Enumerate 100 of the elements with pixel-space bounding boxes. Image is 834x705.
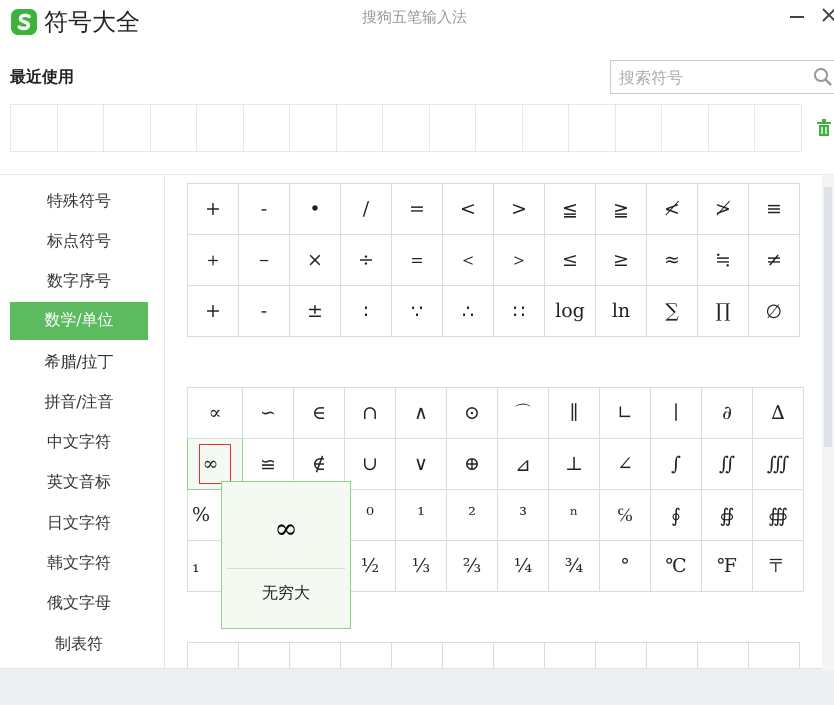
symbol-cell[interactable]: ∥ [570,402,578,424]
symbol-cell[interactable]: ≯ [715,198,731,220]
symbol-cell[interactable]: ∏ [715,300,731,322]
symbol-cell[interactable]: 〒 [768,553,788,579]
symbol-cell[interactable]: ln [612,300,630,322]
symbol-cell[interactable]: ≡ [766,198,782,220]
symbol-cell[interactable]: ∩ [362,402,378,424]
trash-icon[interactable] [816,119,830,137]
symbol-cell[interactable]: < [460,198,476,220]
symbol-cell[interactable]: ÷ [358,249,374,271]
logo-icon [10,8,38,36]
section-label: 最近使用 [10,66,74,88]
symbol-cell[interactable]: ＋ [204,247,222,273]
tooltip-label: 无穷大 [262,583,310,604]
symbol-cell[interactable]: ≒ [715,249,731,271]
symbol-cell[interactable]: ∪ [362,453,378,475]
symbol-cell[interactable]: ∟ [617,402,633,424]
symbol-cell[interactable]: ∠ [617,453,633,475]
symbol-cell[interactable]: ∮ [671,504,681,526]
symbol-cell[interactable]: ⌒ [514,400,532,426]
symbol-cell[interactable]: ∈ [312,402,326,424]
scrollbar[interactable] [822,175,834,671]
symbol-cell[interactable]: ＞ [510,247,528,273]
symbol-cell[interactable]: > [511,198,527,220]
close-icon[interactable] [822,8,834,22]
symbol-cell[interactable]: ≥ [613,249,629,271]
category-item[interactable]: 英文音标 [10,462,148,504]
symbol-cell[interactable]: ∵ [411,300,423,322]
symbol-cell[interactable]: ⊿ [515,452,531,476]
category-item[interactable]: 希腊/拉丁 [10,342,148,382]
symbol-cell[interactable]: ＝ [408,247,426,273]
symbol-cell[interactable]: ∽ [260,402,276,424]
symbol-cell[interactable]: ∣ [673,402,679,424]
symbol-cell[interactable]: ∅ [766,300,782,322]
category-item[interactable]: 特殊符号 [10,181,148,222]
category-item[interactable]: 制表符 [10,624,148,664]
symbol-cell[interactable]: ℃ [665,555,687,577]
symbol-cell[interactable]: ∉ [312,453,326,475]
symbol-cell[interactable]: ¹ [417,504,425,526]
symbol-cell[interactable]: ½ [360,555,380,577]
symbol-cell[interactable]: ≦ [562,198,578,220]
symbol-cell[interactable]: ⊙ [464,402,480,424]
symbol-cell[interactable]: - [260,198,268,220]
symbol-cell[interactable]: + [205,198,221,220]
symbol-cell[interactable]: × [307,249,323,271]
symbol-cell[interactable]: ⁰ [366,504,374,526]
symbol-cell[interactable]: ∧ [414,402,428,424]
symbol-cell[interactable]: ³ [519,504,527,526]
symbol-cell[interactable]: ∫ [671,453,681,475]
symbol-cell[interactable]: ⊥ [565,453,583,475]
search-icon[interactable] [813,67,833,87]
symbol-cell[interactable]: ° [620,555,630,577]
symbol-cell[interactable]: / [362,198,370,220]
search-field[interactable]: 搜索符号 [610,60,834,94]
symbol-cell[interactable]: ² [468,504,476,526]
symbol-cell[interactable]: ∑ [665,300,679,322]
category-item[interactable]: 韩文字符 [10,543,148,584]
symbol-cell[interactable]: ＜ [458,247,478,273]
category-item[interactable]: 拼音/注音 [10,382,148,422]
symbol-cell[interactable]: ≈ [664,249,680,271]
symbol-cell[interactable]: ∶ [364,300,368,322]
symbol-cell[interactable]: ∨ [414,453,428,475]
symbol-cell[interactable]: ∝ [208,402,222,424]
symbol-cell[interactable]: ℉ [717,555,737,577]
symbol-cell[interactable]: ¼ [514,555,532,577]
symbol-cell[interactable]: ∴ [462,300,474,322]
symbol-cell[interactable]: ∭ [766,453,790,475]
tooltip-symbol: ∞ [274,512,298,547]
symbol-cell[interactable]: ∯ [720,504,734,526]
symbol-cell[interactable]: － [254,247,274,273]
symbol-cell[interactable]: + [205,300,221,322]
symbol-cell[interactable]: ∰ [768,504,788,526]
category-item[interactable]: 日文字符 [10,503,148,544]
window-title: 符号大全 [44,7,140,38]
symbol-cell[interactable]: ≤ [562,249,578,271]
symbol-cell[interactable]: ₁ [192,555,200,577]
symbol-cell[interactable]: ⁿ [570,504,578,526]
symbol-cell[interactable]: - [260,300,268,322]
symbol-cell[interactable]: ⊕ [464,453,480,475]
symbol-cell[interactable]: % [192,504,210,526]
symbol-cell[interactable]: ⅔ [462,555,482,577]
symbol-cell[interactable]: ∆ [771,402,785,424]
symbol-cell[interactable]: ℅ [617,504,633,526]
symbol-cell[interactable]: ∬ [718,453,736,475]
category-item[interactable]: 数字序号 [10,262,148,302]
symbol-cell[interactable]: ⅓ [412,555,430,577]
category-item[interactable]: 俄文字母 [10,584,148,624]
symbol-cell[interactable]: ∂ [722,402,732,424]
symbol-cell[interactable]: ≮ [664,198,680,220]
symbol-cell[interactable]: ≠ [766,249,782,271]
symbol-cell[interactable]: = [409,198,425,220]
symbol-cell[interactable]: ≌ [260,452,276,476]
symbol-cell[interactable]: • [309,198,321,220]
app-name: 搜狗五笔输入法 [362,8,467,27]
symbol-cell[interactable]: ± [307,300,323,322]
symbol-cell[interactable]: ≧ [613,198,629,220]
symbol-cell[interactable]: ¾ [564,555,584,577]
symbol-cell[interactable]: ∷ [513,300,525,322]
category-item[interactable]: 中文字符 [10,422,148,463]
category-item[interactable]: 标点符号 [10,221,148,262]
